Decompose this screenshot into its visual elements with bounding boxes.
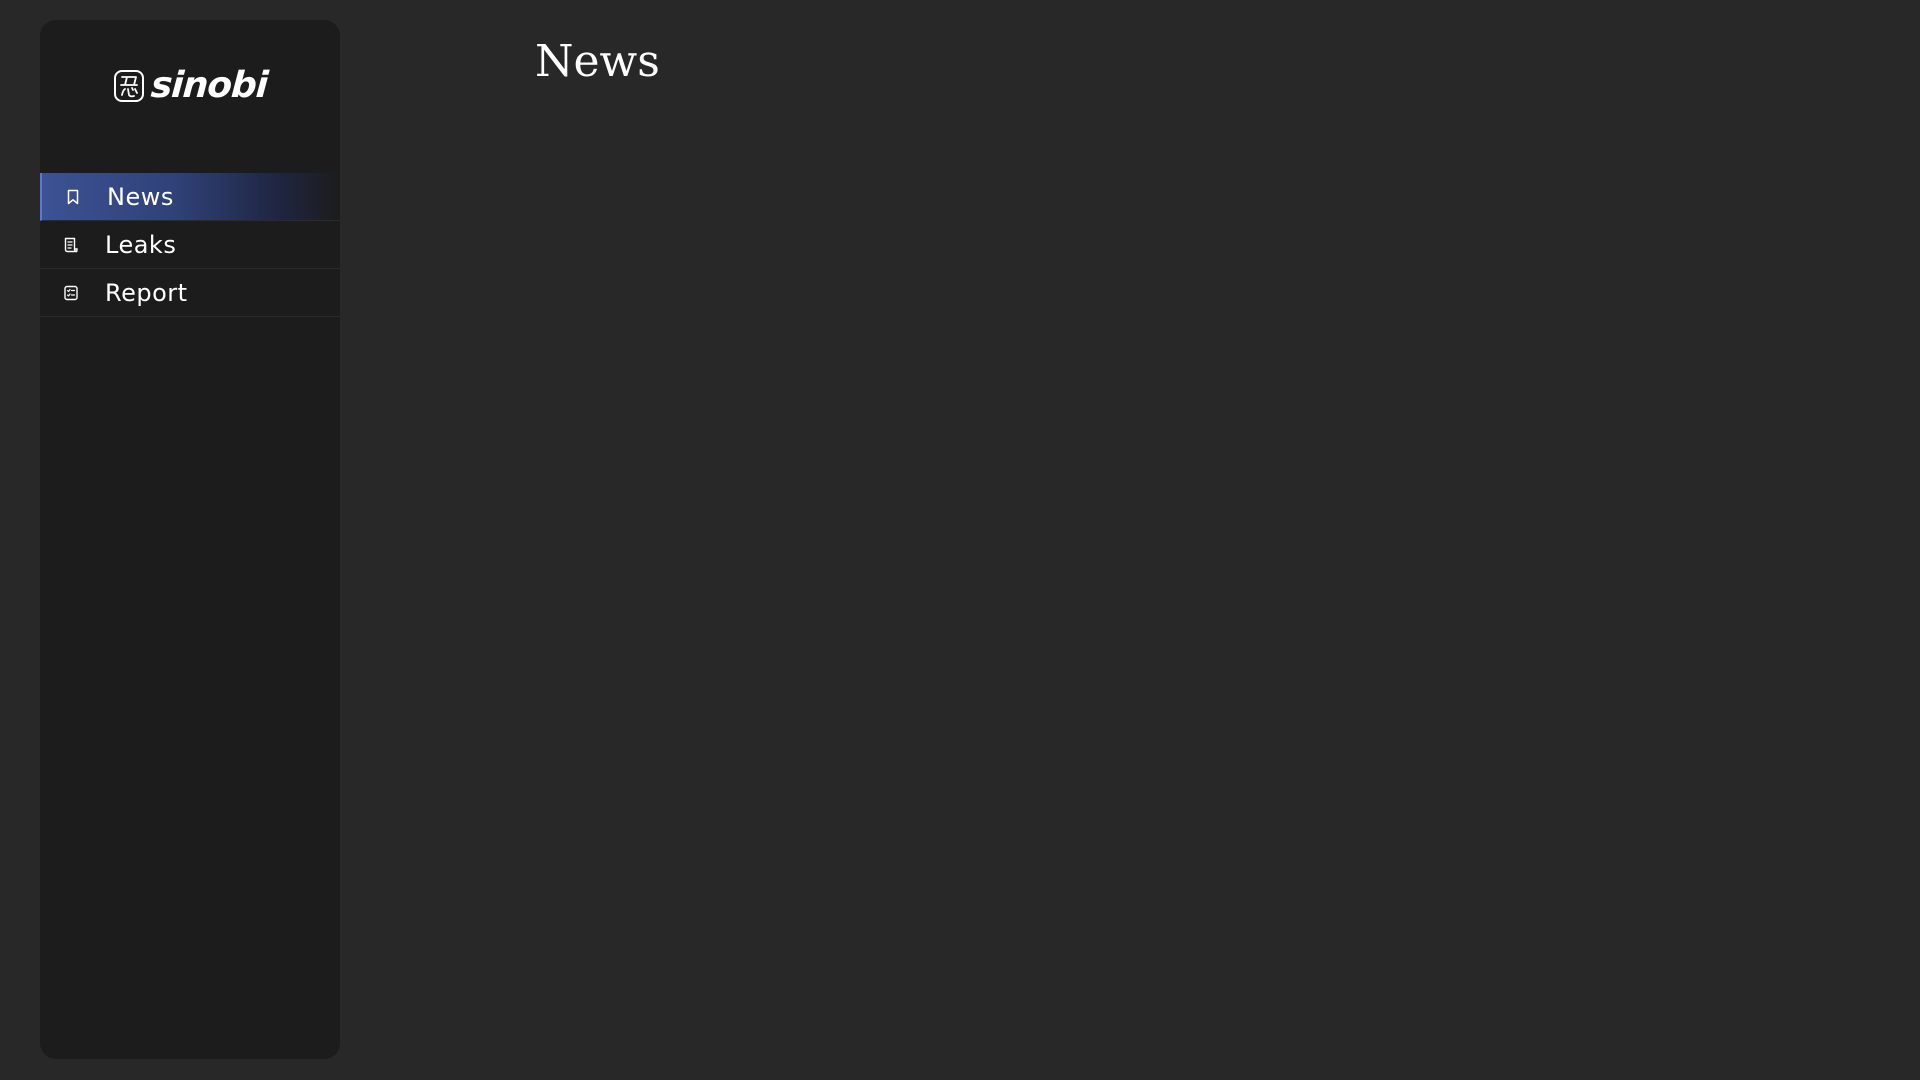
bookmark-icon bbox=[67, 189, 79, 205]
checklist-icon bbox=[64, 285, 78, 301]
sidebar: sinobi News Leaks Report bbox=[40, 20, 340, 1059]
document-list-icon bbox=[64, 237, 78, 253]
sidebar-item-news[interactable]: News bbox=[40, 173, 340, 221]
page-title: News bbox=[535, 36, 660, 87]
sidebar-nav: News Leaks Report bbox=[40, 173, 340, 317]
logo-text: sinobi bbox=[149, 65, 269, 106]
logo[interactable]: sinobi bbox=[40, 64, 340, 108]
sidebar-item-label: News bbox=[107, 182, 174, 211]
app-window: sinobi News Leaks Report News bbox=[0, 0, 1920, 1080]
sidebar-item-label: Leaks bbox=[105, 230, 177, 259]
sidebar-item-label: Report bbox=[105, 278, 188, 307]
ninja-kanji-logo-icon bbox=[113, 70, 144, 102]
sidebar-item-report[interactable]: Report bbox=[40, 269, 340, 317]
sidebar-item-leaks[interactable]: Leaks bbox=[40, 221, 340, 269]
